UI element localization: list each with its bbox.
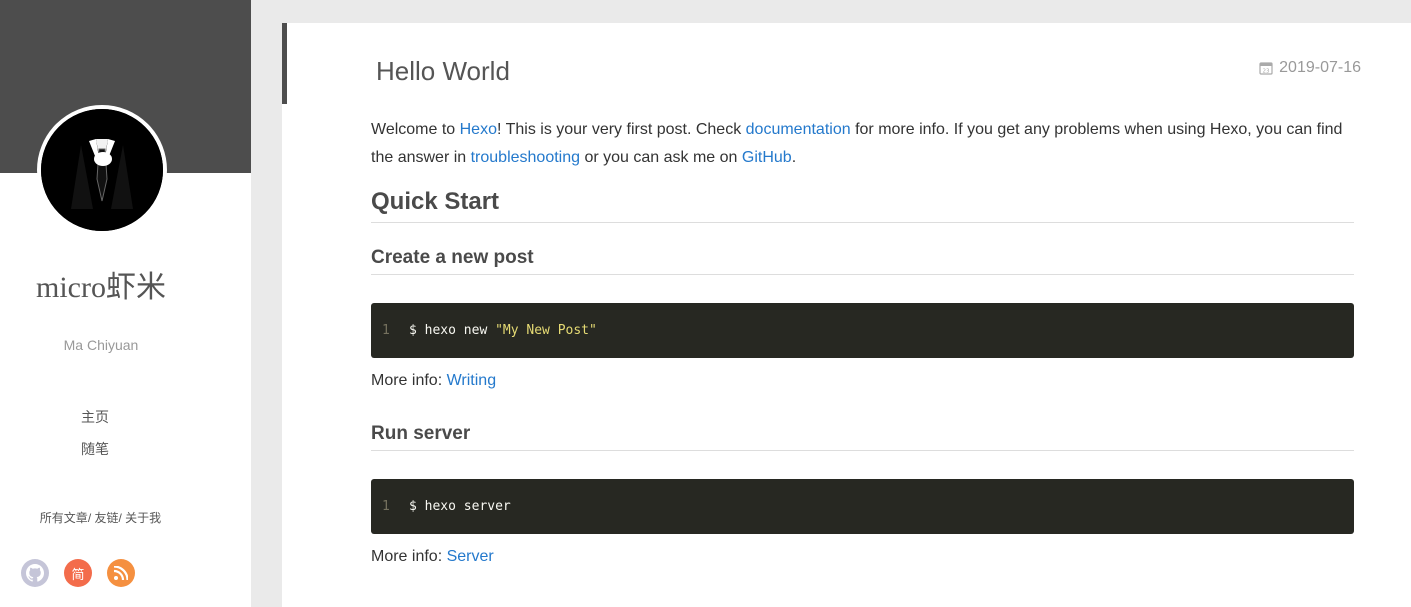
writing-link[interactable]: Writing [447, 372, 497, 389]
code-block: 1 $ hexo server [371, 479, 1354, 534]
intro-text: ! This is your very first post. Check [496, 121, 746, 138]
sidebar-nav: 主页 随笔 [0, 407, 190, 471]
code-block: 1 $ hexo new "My New Post" [371, 303, 1354, 358]
jianshu-icon[interactable]: 简 [64, 559, 92, 587]
post-title[interactable]: Hello World [376, 56, 510, 87]
all-posts-link[interactable]: 所有文章 [40, 511, 88, 525]
calendar-icon: 23 [1259, 62, 1273, 75]
nav-home-link[interactable]: 主页 [0, 407, 190, 439]
nav-essay-link[interactable]: 随笔 [0, 439, 190, 471]
friends-link[interactable]: 友链 [94, 511, 118, 525]
line-number: 1 [382, 498, 390, 514]
post-body: Welcome to Hexo! This is your very first… [371, 113, 1354, 571]
post-date: 23 2019-07-16 [1259, 59, 1361, 77]
sidebar: micro虾米 Ma Chiyuan 主页 随笔 所有文章/ 友链/ 关于我 简 [0, 0, 251, 607]
svg-text:23: 23 [1263, 69, 1270, 75]
intro-text: or you can ask me on [580, 149, 742, 166]
code-string: "My New Post" [495, 322, 597, 338]
social-icons: 简 [21, 559, 135, 587]
avatar[interactable] [37, 105, 167, 235]
post-container: Hello World 23 2019-07-16 Welcome to Hex… [282, 23, 1411, 607]
more-info: More info: Server [371, 543, 1354, 571]
intro-text: Welcome to [371, 121, 460, 138]
run-server-heading: Run server [371, 421, 1354, 451]
site-name[interactable]: micro虾米 [0, 262, 202, 306]
intro-text: . [791, 149, 797, 166]
more-info-label: More info: [371, 548, 447, 565]
quick-start-heading: Quick Start [371, 186, 1354, 223]
about-link[interactable]: 关于我 [125, 511, 161, 525]
intro-paragraph: Welcome to Hexo! This is your very first… [371, 116, 1354, 172]
hexo-link[interactable]: Hexo [460, 121, 497, 138]
avatar-suit-icon [41, 109, 163, 231]
author-name: Ma Chiyuan [63, 337, 139, 353]
code-command: $ hexo new [409, 322, 496, 338]
more-info-label: More info: [371, 372, 447, 389]
github-link[interactable]: GitHub [742, 149, 792, 166]
troubleshooting-link[interactable]: troubleshooting [471, 149, 580, 166]
more-info: More info: Writing [371, 367, 1354, 395]
title-accent-bar [282, 23, 287, 104]
post-date-text: 2019-07-16 [1279, 59, 1361, 76]
code-command: $ hexo server [409, 498, 511, 514]
documentation-link[interactable]: documentation [746, 121, 851, 138]
rss-icon[interactable] [107, 559, 135, 587]
create-post-heading: Create a new post [371, 245, 1354, 275]
sidebar-links: 所有文章/ 友链/ 关于我 [0, 509, 201, 526]
server-link[interactable]: Server [447, 548, 494, 565]
github-icon[interactable] [21, 559, 49, 587]
line-number: 1 [382, 322, 390, 338]
